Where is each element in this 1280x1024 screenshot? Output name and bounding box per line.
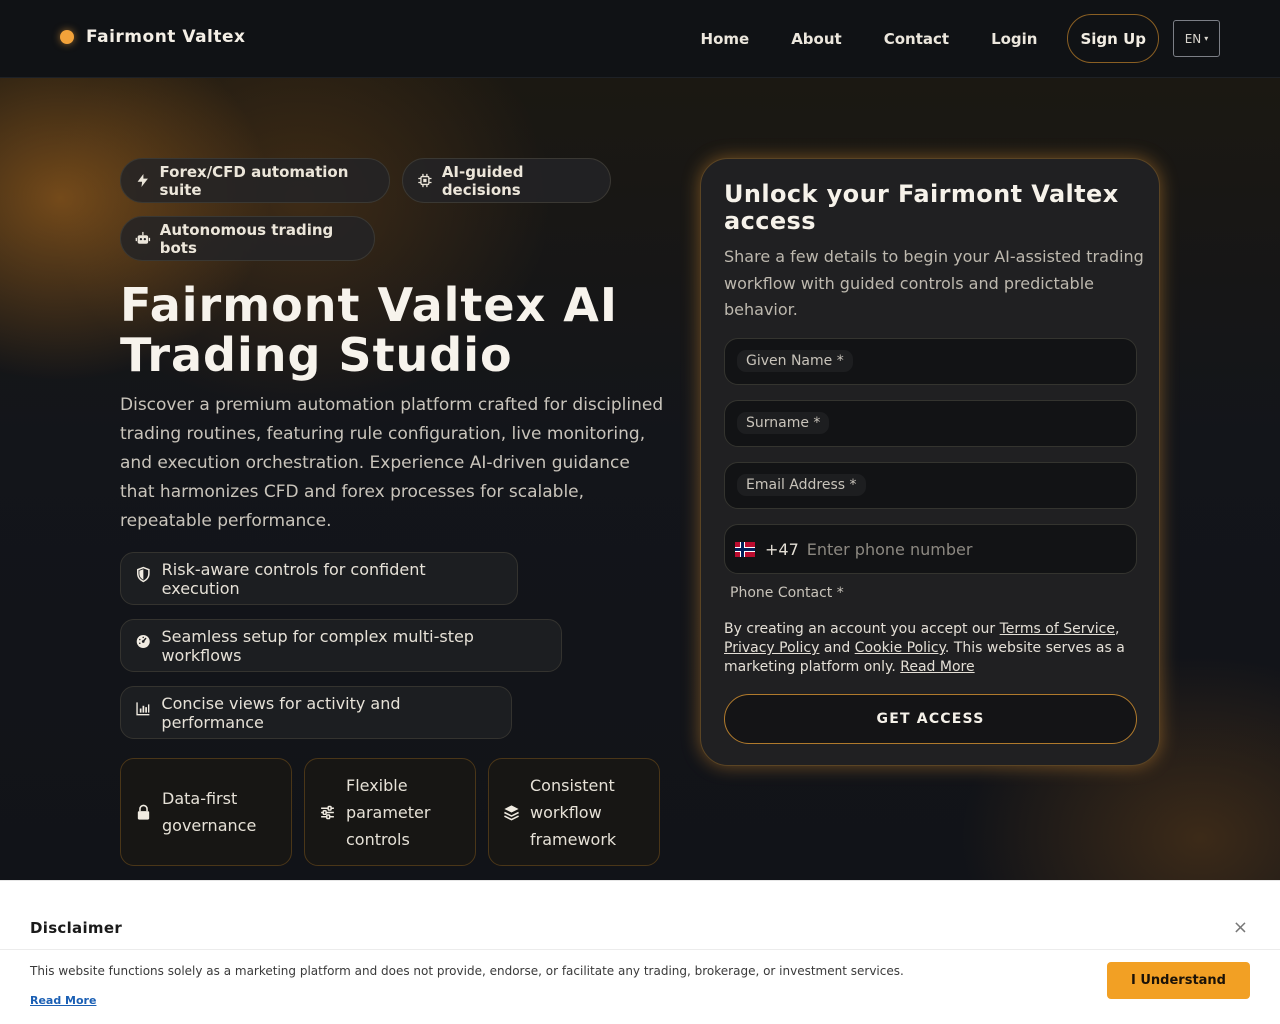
cookie-link[interactable]: Cookie Policy (855, 640, 945, 656)
pill-label: Autonomous trading bots (159, 220, 334, 257)
norway-flag-icon[interactable] (735, 541, 755, 557)
nav-contact[interactable]: Contact (884, 30, 949, 48)
signup-button[interactable]: Sign Up (1067, 14, 1159, 63)
nav-login[interactable]: Login (991, 30, 1037, 48)
feature-risk-controls: Risk-aware controls for confident execut… (120, 552, 518, 605)
feature-label: Risk-aware controls for confident execut… (161, 559, 426, 598)
card-label: Flexible parameter controls (346, 775, 431, 849)
shield-icon (137, 566, 150, 583)
phone-field[interactable]: +47 Enter phone number (724, 524, 1137, 574)
surname-label: Surname * (737, 412, 830, 434)
card-label: Consistent workflow framework (530, 775, 617, 849)
privacy-link[interactable]: Privacy Policy (724, 640, 819, 656)
legal-text: and (819, 640, 855, 656)
hero-description: Discover a premium automation platform c… (120, 395, 664, 531)
site-header: Fairmont Valtex Home About Contact Login… (0, 0, 1280, 78)
pill-forex-automation: Forex/CFD automation suite (120, 158, 390, 203)
feature-concise-views: Concise views for activity and performan… (120, 686, 512, 739)
sliders-icon (321, 805, 334, 819)
hero-title: Fairmont Valtex AI Trading Studio (120, 278, 618, 382)
main-nav: Home About Contact Login Sign Up EN ▾ (701, 14, 1220, 63)
chevron-down-icon: ▾ (1204, 34, 1209, 43)
nav-about[interactable]: About (791, 30, 842, 48)
surname-field[interactable]: Surname * (724, 400, 1137, 447)
brand-dot-icon (60, 30, 74, 44)
language-selector[interactable]: EN ▾ (1173, 20, 1220, 57)
brand-name: Fairmont Valtex (86, 27, 246, 47)
gauge-icon (136, 634, 150, 649)
card-parameter-controls: Flexible parameter controls (304, 758, 476, 866)
understand-button[interactable]: I Understand (1107, 962, 1250, 999)
feature-label: Concise views for activity and performan… (161, 693, 401, 732)
email-field[interactable]: Email Address * (724, 462, 1137, 509)
phone-input[interactable]: Enter phone number (807, 540, 973, 559)
disclaimer-text: This website functions solely as a marke… (30, 964, 904, 978)
disclaimer-read-more-link[interactable]: Read More (30, 994, 96, 1007)
phone-contact-label: Phone Contact * (730, 585, 844, 601)
given-name-label: Given Name * (737, 350, 853, 372)
chip-icon (418, 173, 432, 188)
robot-icon (135, 231, 151, 244)
signup-form-panel: Unlock your Fairmont Valtex access Share… (700, 158, 1160, 766)
form-subtitle: Share a few details to begin your AI-ass… (724, 247, 1144, 319)
legal-text: By creating an account you accept our (724, 621, 1000, 637)
legal-notice: By creating an account you accept our Te… (724, 620, 1144, 677)
disclaimer-banner: Disclaimer × This website functions sole… (0, 880, 1280, 1024)
legal-text: , (1115, 621, 1120, 637)
brand-logo[interactable]: Fairmont Valtex (60, 27, 246, 47)
phone-country-code[interactable]: +47 (765, 540, 799, 559)
bolt-icon (137, 174, 148, 187)
pill-label: Forex/CFD automation suite (159, 162, 349, 199)
nav-home[interactable]: Home (701, 30, 750, 48)
disclaimer-header: Disclaimer × (0, 907, 1280, 950)
feature-seamless-setup: Seamless setup for complex multi-step wo… (120, 619, 562, 672)
card-label: Data-first governance (162, 789, 257, 835)
terms-link[interactable]: Terms of Service (1000, 621, 1115, 637)
pill-ai-guided: AI-guided decisions (402, 158, 611, 203)
language-label: EN (1184, 31, 1202, 46)
read-more-link[interactable]: Read More (900, 659, 974, 675)
card-workflow-framework: Consistent workflow framework (488, 758, 660, 866)
get-access-button[interactable]: GET ACCESS (724, 694, 1137, 744)
layers-icon (504, 804, 519, 820)
card-data-governance: Data-first governance (120, 758, 292, 866)
pill-trading-bots: Autonomous trading bots (120, 216, 375, 261)
close-icon[interactable]: × (1233, 919, 1248, 937)
bar-chart-icon (136, 702, 150, 716)
pill-label: AI-guided decisions (441, 162, 524, 199)
disclaimer-title: Disclaimer (30, 919, 123, 937)
feature-label: Seamless setup for complex multi-step wo… (161, 626, 474, 665)
form-title: Unlock your Fairmont Valtex access (724, 180, 1119, 235)
email-label: Email Address * (737, 474, 866, 496)
lock-icon (137, 804, 150, 820)
given-name-field[interactable]: Given Name * (724, 338, 1137, 385)
